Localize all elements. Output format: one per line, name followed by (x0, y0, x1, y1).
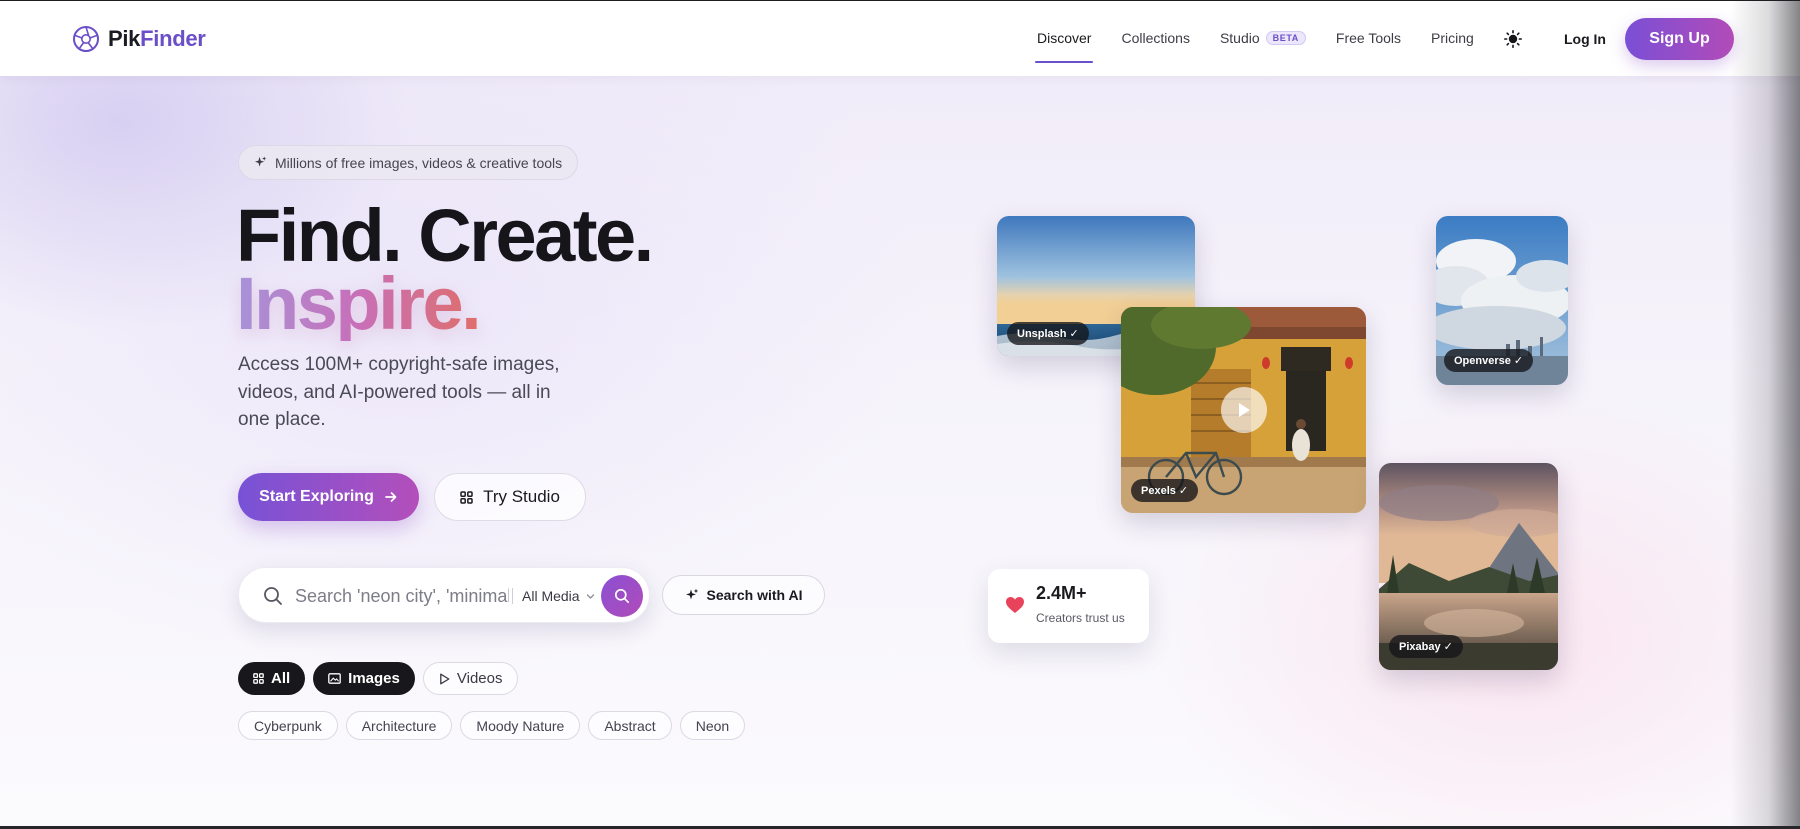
try-studio-label: Try Studio (483, 487, 560, 506)
search-with-ai-button[interactable]: Search with AI (662, 575, 825, 615)
page: PikFinder Discover Collections Studio BET… (0, 1, 1800, 826)
source-badge: Unsplash ✓ (1007, 322, 1089, 345)
source-badge: Pexels ✓ (1131, 479, 1199, 502)
start-exploring-label: Start Exploring (259, 488, 374, 505)
source-name: Openverse (1454, 354, 1511, 367)
sparkle-icon (254, 156, 267, 167)
pexels-video-card[interactable]: Pexels ✓ (1121, 307, 1366, 513)
sparkle-icon (685, 588, 698, 600)
pixabay-image-card[interactable]: Pixabay ✓ (1379, 463, 1558, 670)
filter-images-label: Images (348, 670, 400, 687)
source-name: Pexels (1141, 484, 1176, 497)
headline-line2: Inspire. (236, 262, 482, 345)
filter-images[interactable]: Images (313, 662, 415, 695)
media-type-select[interactable]: All Media (522, 588, 595, 604)
beta-badge: BETA (1265, 31, 1306, 45)
filter-videos-label: Videos (456, 670, 503, 687)
stat-value: 2.4M+ (1036, 583, 1087, 603)
filter-all-label: All (271, 670, 291, 687)
signup-button[interactable]: Sign Up (1625, 18, 1734, 60)
nav-links: Discover Collections Studio BETA Free Too… (1034, 30, 1504, 63)
search-submit-button[interactable] (601, 575, 643, 617)
play-icon (440, 673, 450, 684)
filter-videos[interactable]: Videos (422, 662, 519, 695)
nav-free-tools[interactable]: Free Tools (1336, 30, 1401, 46)
top-navbar: PikFinder Discover Collections Studio BET… (0, 1, 1800, 76)
sun-icon[interactable] (1504, 30, 1522, 48)
search-with-ai-label: Search with AI (706, 587, 803, 603)
search-divider (512, 588, 513, 604)
source-name: Unsplash (1017, 327, 1067, 340)
nav-studio-label: Studio (1219, 30, 1260, 46)
nav-pricing[interactable]: Pricing (1431, 30, 1474, 46)
tag-chip[interactable]: Abstract (588, 711, 672, 740)
search-icon (264, 587, 282, 605)
aperture-icon (73, 26, 99, 52)
suggested-tags: Cyberpunk Architecture Moody Nature Abst… (238, 711, 746, 740)
logo-text-part1: Pik (108, 26, 141, 51)
nav-discover[interactable]: Discover (1034, 30, 1094, 63)
media-filter-tabs: All Images Videos (238, 662, 519, 695)
image-icon (328, 673, 342, 684)
source-badge: Openverse ✓ (1444, 349, 1534, 372)
source-name: Pixabay (1399, 640, 1441, 653)
tag-chip[interactable]: Neon (679, 711, 746, 740)
page-edge-shadow (1730, 1, 1800, 826)
heart-icon (1006, 597, 1024, 613)
hero-description: Access 100M+ copyright-safe images, vide… (238, 354, 560, 430)
login-button[interactable]: Log In (1564, 31, 1606, 47)
grid-icon (460, 490, 473, 504)
verified-check-icon: ✓ (1443, 641, 1453, 653)
search-input[interactable] (295, 584, 509, 608)
tag-chip[interactable]: Cyberpunk (238, 711, 338, 740)
hero-pill: Millions of free images, videos & creati… (238, 145, 579, 180)
tag-chip[interactable]: Architecture (345, 711, 453, 740)
search-icon (614, 588, 630, 604)
grid-icon (253, 673, 264, 684)
hero-pill-text: Millions of free images, videos & creati… (275, 154, 563, 171)
source-badge: Pixabay ✓ (1389, 635, 1463, 658)
try-studio-button[interactable]: Try Studio (434, 473, 586, 521)
tag-chip[interactable]: Moody Nature (460, 711, 581, 740)
play-button[interactable] (1221, 387, 1267, 433)
verified-check-icon: ✓ (1069, 328, 1079, 340)
stat-label: Creators trust us (1036, 611, 1125, 625)
chevron-down-icon (586, 593, 594, 599)
logo[interactable]: PikFinder (72, 25, 206, 53)
nav-collections[interactable]: Collections (1121, 30, 1189, 46)
verified-check-icon: ✓ (1178, 485, 1189, 497)
arrow-right-icon (384, 492, 397, 502)
verified-check-icon: ✓ (1513, 355, 1524, 367)
creators-stat-card: 2.4M+ Creators trust us (988, 569, 1149, 643)
search-bar: All Media (238, 567, 650, 623)
play-icon (1239, 403, 1250, 417)
logo-text-part2: Finder (140, 26, 206, 51)
logo-text: PikFinder (108, 26, 206, 52)
start-exploring-button[interactable]: Start Exploring (238, 473, 419, 521)
openverse-image-card[interactable]: Openverse ✓ (1436, 216, 1568, 385)
media-type-value: All Media (522, 588, 580, 604)
nav-studio[interactable]: Studio BETA (1220, 30, 1306, 46)
filter-all[interactable]: All (238, 662, 306, 695)
